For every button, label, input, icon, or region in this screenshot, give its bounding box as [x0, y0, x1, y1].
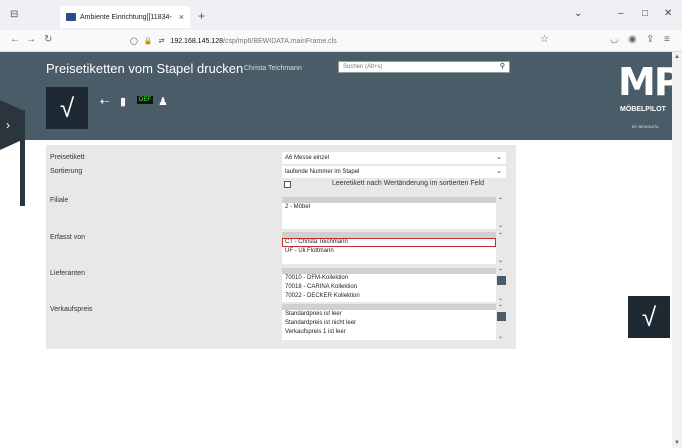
list-item[interactable]: Standardpreis ist nicht leer	[282, 319, 496, 328]
filiale-scrollbar[interactable]: ⌃ ⌄	[497, 197, 506, 229]
chevron-down-icon[interactable]: ⌄	[574, 8, 582, 19]
tab-list-icon[interactable]: ⊟	[10, 9, 18, 20]
scroll-up-icon[interactable]: ⌃	[498, 197, 503, 204]
chevron-down-icon: ⌄	[496, 154, 502, 161]
chevron-down-icon: ⌄	[496, 168, 502, 175]
scroll-down-icon[interactable]: ▼	[674, 440, 680, 446]
document-icon[interactable]: ▮	[120, 95, 126, 108]
scroll-down-icon[interactable]: ⌄	[498, 222, 503, 229]
floating-confirm-button[interactable]: √	[628, 296, 670, 338]
list-item[interactable]: UF - Uli Flottmann	[282, 247, 496, 256]
scroll-up-icon[interactable]: ▲	[674, 54, 680, 60]
filiale-label: Filiale	[50, 197, 69, 204]
browser-navbar: ← → ↻ ◯ 🔒 ⇄ 192.168.145.128/csp/mp6/BEWI…	[0, 30, 682, 52]
preisetikett-value: A6 Messe einzel	[285, 155, 330, 161]
minimize-icon[interactable]: –	[618, 8, 624, 19]
list-item[interactable]: 70010 - DFM-Kollektion	[282, 274, 496, 283]
search-input[interactable]: Suchen (Alt+s) ⚲	[338, 61, 510, 73]
bookmark-star-icon[interactable]: ☆	[540, 34, 549, 45]
user-money-icon[interactable]: ♟	[158, 95, 168, 108]
scroll-up-icon[interactable]: ⌃	[498, 304, 503, 311]
favicon-icon	[66, 13, 76, 21]
leeretikett-label: Leeretikett nach Wertänderung im sortier…	[332, 180, 485, 187]
list-item[interactable]: 2 - Möbel	[282, 203, 496, 212]
lock-icon: 🔒	[143, 38, 153, 45]
browser-tabbar: ⊟ Ambiente Einrichtung[[11834- × + ⌄ – □…	[0, 0, 682, 30]
url-path: /csp/mp6/BEWIDATA.mainFrame.cls	[223, 37, 337, 45]
extensions-icon[interactable]: ⇪	[646, 34, 654, 45]
account-icon[interactable]: ◉	[628, 34, 637, 45]
lieferanten-listbox[interactable]: 70010 - DFM-Kollektion 70018 - CARINA Ko…	[282, 268, 496, 302]
permissions-icon: ⇄	[158, 38, 165, 45]
lieferanten-label: Lieferanten	[50, 270, 86, 277]
sortierung-label: Sortierung	[50, 168, 83, 175]
erfasst-von-scrollbar[interactable]: ⌃ ⌄	[497, 232, 506, 264]
pocket-icon[interactable]: ◡	[610, 34, 619, 45]
reload-icon[interactable]: ↻	[44, 34, 52, 45]
back-arrow-icon[interactable]: ⇠	[100, 95, 109, 108]
scroll-down-icon[interactable]: ⌄	[498, 257, 503, 264]
search-placeholder: Suchen (Alt+s)	[343, 64, 383, 70]
list-item[interactable]: Standardpreis ist leer	[282, 310, 496, 319]
shield-icon: ◯	[130, 38, 138, 45]
maximize-icon[interactable]: □	[642, 8, 648, 19]
new-tab-icon[interactable]: +	[198, 9, 205, 23]
tab-title: Ambiente Einrichtung[[11834-	[80, 13, 172, 21]
scroll-thumb[interactable]	[497, 276, 506, 285]
menu-icon[interactable]: ≡	[664, 34, 670, 45]
list-item-selected[interactable]: CT - Christa Teichmann	[282, 238, 496, 247]
page-scrollbar[interactable]: ▲ ▼	[672, 52, 682, 448]
scroll-up-icon[interactable]: ⌃	[498, 268, 503, 275]
back-icon[interactable]: ←	[10, 34, 20, 45]
def-icon[interactable]: DEF	[137, 96, 153, 104]
leeretikett-checkbox[interactable]	[284, 181, 291, 188]
logo-subtext: BY BEWIDATA	[632, 124, 659, 129]
preisetikett-select[interactable]: A6 Messe einzel ⌄	[282, 152, 506, 164]
close-tab-icon[interactable]: ×	[179, 12, 184, 22]
verkaufspreis-listbox[interactable]: Standardpreis ist leer Standardpreis ist…	[282, 304, 496, 340]
filiale-listbox[interactable]: 2 - Möbel	[282, 197, 496, 229]
lieferanten-scrollbar[interactable]: ⌃ ⌄	[497, 268, 506, 302]
page-title: Preisetiketten vom Stapel drucken	[46, 61, 244, 76]
preisetikett-label: Preisetikett	[50, 154, 85, 161]
user-name: Christa Teichmann	[244, 65, 302, 72]
sortierung-select[interactable]: laufende Nummer im Stapel ⌄	[282, 166, 506, 178]
list-item[interactable]: 70022 - DECKER Kollektion	[282, 292, 496, 301]
search-icon[interactable]: ⚲	[500, 62, 505, 72]
verkaufspreis-label: Verkaufspreis	[50, 306, 93, 313]
verkaufspreis-scrollbar[interactable]: ⌃ ⌄	[497, 304, 506, 340]
close-window-icon[interactable]: ✕	[664, 8, 672, 19]
list-item[interactable]: Verkaufspreis 1 ist leer	[282, 328, 496, 337]
sidebar-grip	[20, 110, 25, 206]
confirm-button[interactable]: √	[46, 87, 88, 129]
url-host: 192.168.145.128	[170, 37, 223, 45]
scroll-up-icon[interactable]: ⌃	[498, 232, 503, 239]
erfasst-von-listbox[interactable]: CT - Christa Teichmann UF - Uli Flottman…	[282, 232, 496, 264]
scroll-down-icon[interactable]: ⌄	[498, 333, 503, 340]
erfasst-von-label: Erfasst von	[50, 234, 86, 241]
sortierung-value: laufende Nummer im Stapel	[285, 169, 360, 175]
scroll-down-icon[interactable]: ⌄	[498, 295, 503, 302]
logo-text: MÖBELPILOT	[620, 106, 666, 113]
forward-icon[interactable]: →	[26, 34, 36, 45]
scroll-thumb[interactable]	[497, 312, 506, 321]
browser-tab[interactable]: Ambiente Einrichtung[[11834- ×	[60, 6, 190, 28]
url-bar[interactable]: ◯ 🔒 ⇄ 192.168.145.128/csp/mp6/BEWIDATA.m…	[130, 33, 560, 49]
list-item[interactable]: 70018 - CARINA Kollektion	[282, 283, 496, 292]
chevron-right-icon: ›	[6, 118, 10, 132]
